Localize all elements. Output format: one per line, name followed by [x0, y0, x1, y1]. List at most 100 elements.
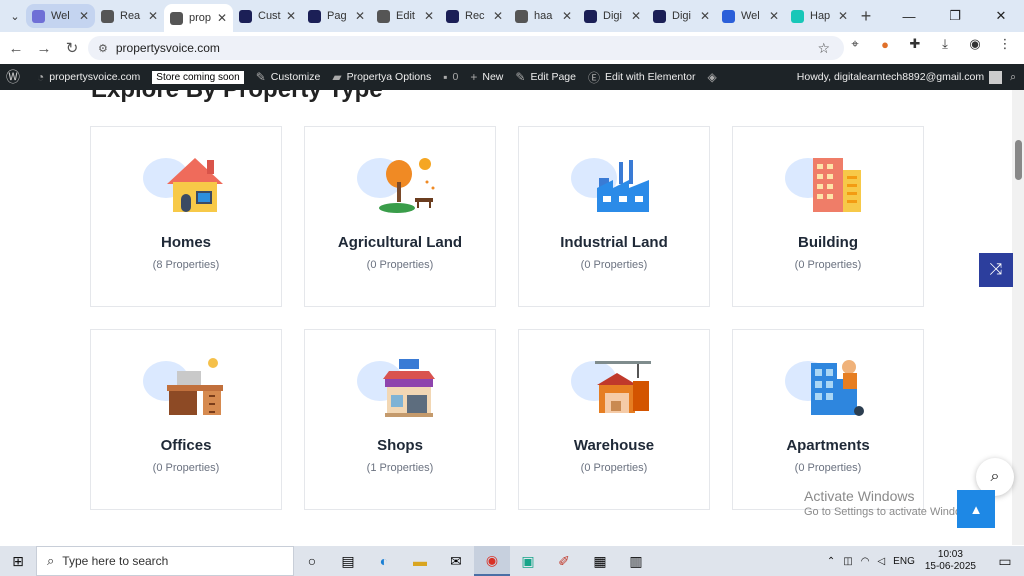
network-icon[interactable]: ◫ [843, 556, 852, 567]
elementor-link[interactable]: Ⓔ Edit with Elementor [582, 69, 701, 86]
address-bar[interactable]: ⚙ propertysvoice.com ☆ [88, 36, 844, 60]
tab-close-icon[interactable]: ✕ [79, 9, 89, 23]
back-to-top-button[interactable]: ▲ [957, 490, 995, 528]
new-content-link[interactable]: + New [464, 70, 509, 84]
tab-title: Digi [603, 10, 622, 22]
paint-icon[interactable]: ✐ [546, 546, 582, 576]
property-type-card[interactable]: Warehouse (0 Properties) [518, 329, 710, 510]
location-icon[interactable]: ⌖ [842, 36, 868, 52]
tab-title: Rea [120, 10, 141, 22]
extensions-puzzle-icon[interactable]: ✚ [902, 36, 928, 52]
download-icon[interactable]: ⤓ [932, 36, 958, 52]
wifi-icon[interactable]: ◠ [861, 556, 870, 567]
shop-icon [357, 357, 443, 423]
admin-search-icon[interactable]: ⌕ [1010, 71, 1016, 84]
edge-icon[interactable]: ◐ [366, 546, 402, 576]
chat-app-icon[interactable]: ▣ [510, 546, 546, 576]
tab-close-icon[interactable]: ✕ [493, 9, 503, 23]
browser-tab[interactable]: Digi ✕ [578, 4, 647, 28]
browser-menu-icon[interactable]: ⋮ [992, 36, 1018, 52]
browser-tab[interactable]: Cust ✕ [233, 4, 302, 28]
notifications-icon[interactable]: ▭ [990, 553, 1020, 570]
property-type-card[interactable]: Offices (0 Properties) [90, 329, 282, 510]
admin-site-link[interactable]: ◔ propertysvoice.com [31, 70, 146, 84]
property-type-card[interactable]: Apartments (0 Properties) [732, 329, 924, 510]
cortana-icon[interactable]: ○ [294, 546, 330, 576]
property-type-name[interactable]: Shops [377, 437, 423, 454]
browser-tab[interactable]: Hap ✕ [785, 4, 854, 28]
tab-close-icon[interactable]: ✕ [148, 9, 158, 23]
property-count: (1 Properties) [366, 462, 434, 474]
clapperboard-icon[interactable]: ▥ [618, 546, 654, 576]
bookmark-star-icon[interactable]: ☆ [817, 40, 830, 57]
site-info-icon[interactable]: ⚙ [98, 42, 108, 55]
shuffle-button[interactable]: ⤨ [979, 253, 1013, 287]
property-type-name[interactable]: Offices [161, 437, 212, 454]
browser-tab[interactable]: Rec ✕ [440, 4, 509, 28]
tab-close-icon[interactable]: ✕ [217, 11, 227, 25]
theme-options-link[interactable]: ▰ Propertya Options [326, 70, 437, 84]
scrollbar-thumb[interactable] [1015, 140, 1022, 180]
taskbar-search[interactable]: ⌕ Type here to search [36, 546, 294, 576]
mail-icon[interactable]: ✉ [438, 546, 474, 576]
extension-flame-icon[interactable]: ● [872, 37, 898, 52]
edit-page-link[interactable]: ✎ Edit Page [509, 70, 582, 84]
browser-tab[interactable]: prop ✕ [164, 4, 233, 32]
new-tab-button[interactable]: + [854, 6, 878, 27]
tab-close-icon[interactable]: ✕ [562, 9, 572, 23]
property-type-card[interactable]: Agricultural Land (0 Properties) [304, 126, 496, 307]
wp-logo-icon[interactable]: Ⓦ [0, 67, 31, 87]
property-type-card[interactable]: Shops (1 Properties) [304, 329, 496, 510]
file-explorer-icon[interactable]: ▬ [402, 546, 438, 576]
tab-close-icon[interactable]: ✕ [355, 9, 365, 23]
start-button[interactable]: ⊞ [0, 553, 36, 570]
tab-close-icon[interactable]: ✕ [838, 9, 848, 23]
user-avatar[interactable] [989, 70, 1003, 84]
clock[interactable]: 10:03 15-06-2025 [925, 549, 976, 573]
restore-button[interactable]: ❐ [932, 0, 978, 32]
volume-icon[interactable]: ◁ [877, 556, 885, 567]
tab-close-icon[interactable]: ✕ [286, 9, 296, 23]
customize-link[interactable]: ✎ Customize [250, 70, 327, 84]
browser-tab[interactable]: Wel ✕ [716, 4, 785, 28]
property-type-name[interactable]: Building [798, 234, 858, 251]
browser-tab[interactable]: Rea ✕ [95, 4, 164, 28]
tab-favicon-icon [791, 9, 804, 23]
diamond-icon[interactable]: ◈ [701, 70, 727, 84]
forward-button[interactable]: → [30, 40, 58, 57]
tab-close-icon[interactable]: ✕ [424, 9, 434, 23]
tab-close-icon[interactable]: ✕ [769, 9, 779, 23]
browser-tab[interactable]: Wel ✕ [26, 4, 95, 28]
tab-close-icon[interactable]: ✕ [700, 9, 710, 23]
browser-tab[interactable]: haa ✕ [509, 4, 578, 28]
language-indicator[interactable]: ENG [893, 556, 915, 567]
browser-tab[interactable]: Pag ✕ [302, 4, 371, 28]
store-status-badge[interactable]: Store coming soon [146, 70, 249, 84]
browser-tab[interactable]: Digi ✕ [647, 4, 716, 28]
task-view-icon[interactable]: ▤ [330, 546, 366, 576]
comments-link[interactable]: ▪ 0 [437, 70, 464, 84]
howdy-text[interactable]: Howdy, digitalearntech8892@gmail.com [797, 71, 984, 83]
chrome-icon[interactable]: ◉ [474, 546, 510, 576]
property-type-name[interactable]: Agricultural Land [338, 234, 462, 251]
property-type-card[interactable]: Homes (8 Properties) [90, 126, 282, 307]
reload-button[interactable]: ↻ [58, 39, 86, 57]
tab-search-button[interactable]: ⌄ [4, 5, 26, 27]
profile-avatar[interactable]: ◉ [962, 36, 988, 52]
property-type-card[interactable]: Building (0 Properties) [732, 126, 924, 307]
minimize-button[interactable]: — [886, 0, 932, 32]
store-icon[interactable]: ▦ [582, 546, 618, 576]
tree-icon [357, 154, 443, 220]
tab-close-icon[interactable]: ✕ [631, 9, 641, 23]
property-type-name[interactable]: Warehouse [574, 437, 654, 454]
tray-chevron-icon[interactable]: ⌃ [827, 556, 835, 567]
section-heading: Explore By Property Type [91, 90, 383, 104]
property-type-card[interactable]: Industrial Land (0 Properties) [518, 126, 710, 307]
property-type-name[interactable]: Industrial Land [560, 234, 668, 251]
property-type-name[interactable]: Apartments [786, 437, 869, 454]
close-window-button[interactable]: ✕ [978, 0, 1024, 32]
back-button[interactable]: ← [2, 40, 30, 57]
property-count: (0 Properties) [794, 462, 862, 474]
property-type-name[interactable]: Homes [161, 234, 211, 251]
browser-tab[interactable]: Edit ✕ [371, 4, 440, 28]
